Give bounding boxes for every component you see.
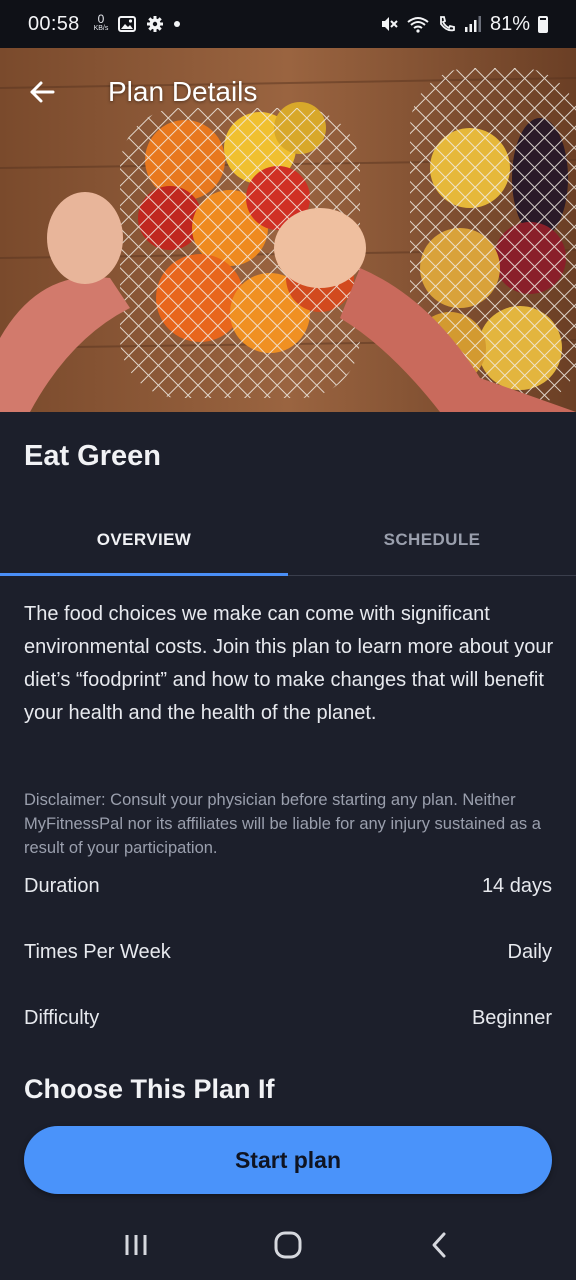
recent-apps-button[interactable] bbox=[106, 1215, 166, 1275]
mute-icon bbox=[380, 15, 398, 33]
nav-back-button[interactable] bbox=[410, 1215, 470, 1275]
top-app-bar: Plan Details bbox=[0, 48, 576, 136]
signal-icon bbox=[464, 15, 482, 33]
detail-value: Daily bbox=[507, 941, 552, 963]
battery-fill bbox=[540, 19, 546, 31]
page-title: Plan Details bbox=[108, 76, 258, 107]
net-speed-unit: KB/s bbox=[93, 25, 109, 32]
detail-row-duration: Duration 14 days bbox=[24, 875, 552, 898]
home-icon bbox=[274, 1231, 302, 1259]
settings-icon bbox=[146, 15, 164, 33]
detail-value: 14 days bbox=[481, 875, 552, 897]
system-nav-bar bbox=[0, 1210, 576, 1280]
status-left: 00:58 0 KB/s bbox=[28, 12, 181, 36]
start-plan-label: Start plan bbox=[234, 1146, 342, 1173]
tab-schedule-label: SCHEDULE bbox=[383, 529, 481, 549]
detail-label: Times Per Week bbox=[24, 941, 171, 963]
detail-row-times-per-week: Times Per Week Daily bbox=[24, 941, 552, 964]
net-speed-indicator: 0 KB/s bbox=[93, 12, 109, 33]
arrow-left-icon bbox=[30, 81, 55, 103]
gallery-icon bbox=[118, 15, 137, 33]
tab-overview[interactable]: OVERVIEW bbox=[0, 504, 288, 576]
plan-disclaimer: Disclaimer: Consult your physician befor… bbox=[24, 791, 541, 857]
choose-plan-heading: Choose This Plan If bbox=[24, 1074, 275, 1104]
wifi-calling-icon bbox=[438, 15, 456, 33]
wifi-icon bbox=[406, 15, 430, 33]
plan-description: The food choices we make can come with s… bbox=[24, 603, 554, 724]
status-right: 81% bbox=[380, 13, 548, 36]
status-bar: 00:58 0 KB/s 81% bbox=[0, 0, 576, 48]
recent-apps-icon bbox=[125, 1235, 147, 1255]
detail-value: Beginner bbox=[471, 1007, 552, 1029]
status-time: 00:58 bbox=[28, 12, 80, 35]
back-icon bbox=[432, 1232, 446, 1258]
net-speed-value: 0 bbox=[97, 12, 105, 26]
start-plan-button[interactable]: Start plan bbox=[24, 1126, 552, 1194]
battery-icon bbox=[538, 15, 548, 33]
battery-percent: 81% bbox=[489, 12, 530, 35]
back-button[interactable] bbox=[0, 48, 84, 136]
plan-name: Eat Green bbox=[24, 440, 161, 472]
detail-row-difficulty: Difficulty Beginner bbox=[24, 1007, 552, 1030]
tab-bar: OVERVIEW SCHEDULE bbox=[0, 504, 576, 576]
tab-overview-label: OVERVIEW bbox=[96, 529, 192, 549]
home-button[interactable] bbox=[258, 1215, 318, 1275]
detail-label: Duration bbox=[24, 875, 100, 897]
tab-schedule[interactable]: SCHEDULE bbox=[288, 504, 576, 575]
detail-label: Difficulty bbox=[24, 1007, 100, 1029]
notification-dot bbox=[174, 21, 181, 27]
tab-active-indicator bbox=[0, 573, 288, 576]
